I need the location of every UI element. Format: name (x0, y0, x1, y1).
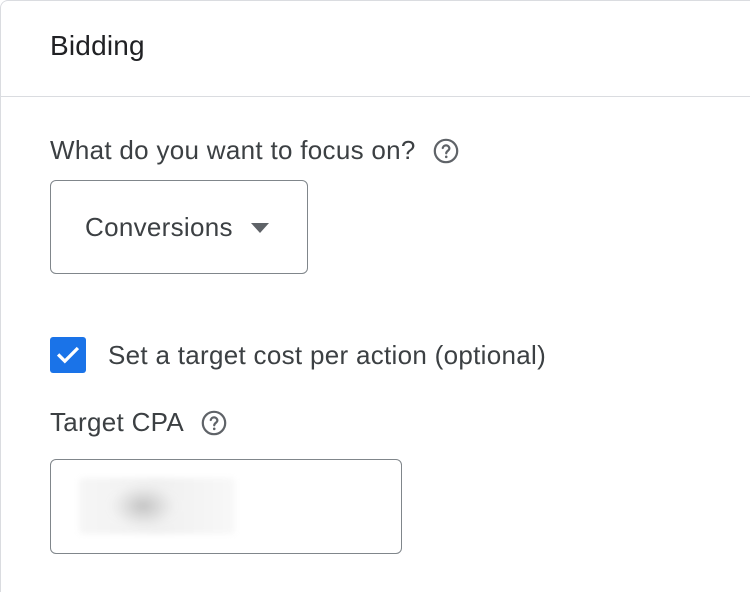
target-cpa-label: Target CPA (50, 407, 185, 437)
focus-label-row: What do you want to focus on? (50, 135, 460, 166)
target-cost-checkbox-row[interactable]: Set a target cost per action (optional) (50, 337, 546, 373)
target-cpa-input-box[interactable] (50, 459, 402, 554)
target-cpa-label-row: Target CPA (50, 407, 228, 438)
panel-title: Bidding (50, 30, 145, 61)
bidding-panel: Bidding What do you want to focus on? Co… (0, 0, 750, 592)
focus-dropdown-value: Conversions (85, 211, 233, 242)
focus-dropdown[interactable]: Conversions (50, 180, 308, 274)
panel-header: Bidding (1, 1, 750, 97)
target-cost-checkbox[interactable] (50, 337, 86, 373)
help-circle-icon[interactable] (432, 137, 460, 165)
help-circle-icon[interactable] (200, 409, 228, 437)
target-cpa-input[interactable] (79, 478, 239, 536)
checkmark-icon (56, 346, 80, 364)
caret-down-icon (250, 223, 269, 233)
focus-label: What do you want to focus on? (50, 135, 416, 165)
target-cost-checkbox-label: Set a target cost per action (optional) (108, 339, 547, 370)
